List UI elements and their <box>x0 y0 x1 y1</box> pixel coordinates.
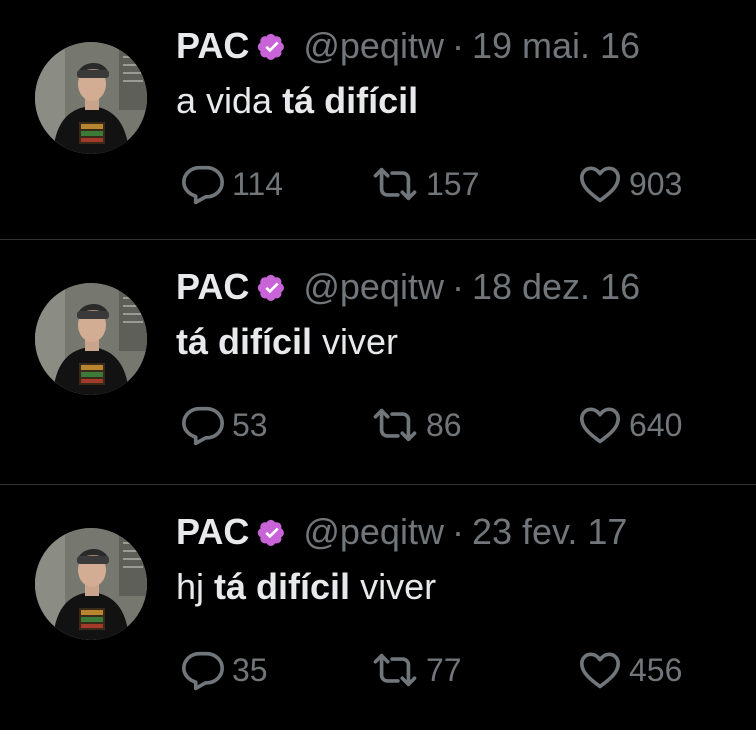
tweet-date[interactable]: 19 mai. 16 <box>472 25 640 67</box>
like-button[interactable]: 903 <box>577 158 682 210</box>
author-name[interactable]: PAC <box>176 266 249 308</box>
tweet-text-bold: tá difícil <box>176 321 313 362</box>
like-count: 903 <box>629 165 683 202</box>
retweet-button[interactable]: 86 <box>370 399 462 451</box>
avatar-image <box>35 42 147 154</box>
tweet-text: tá difícil viver <box>176 321 398 363</box>
tweet-text-bold: tá difícil <box>214 566 351 607</box>
retweet-button[interactable]: 157 <box>370 158 479 210</box>
separator: · <box>451 266 464 307</box>
retweet-button[interactable]: 77 <box>370 644 462 696</box>
author-handle[interactable]: @peqitw <box>303 266 444 308</box>
author-handle[interactable]: @peqitw <box>303 511 444 553</box>
tweet-text-part: a vida <box>176 80 283 121</box>
tweet-text: hj tá difícil viver <box>176 566 436 608</box>
avatar-image <box>35 283 147 395</box>
tweet-header: PAC @peqitw · 18 dez. 16 <box>176 265 640 309</box>
tweet-actions: 53 86 640 <box>0 399 756 451</box>
retweet-count: 157 <box>426 165 480 202</box>
retweet-count: 77 <box>426 651 462 688</box>
reply-count: 53 <box>232 406 268 443</box>
tweet-text-part: viver <box>312 321 399 362</box>
tweet-text-part: hj <box>176 566 215 607</box>
avatar[interactable] <box>35 528 147 640</box>
like-count: 640 <box>629 406 683 443</box>
reply-icon <box>180 402 226 448</box>
retweet-icon <box>370 647 420 693</box>
tweet[interactable]: PAC @peqitw · 19 mai. 16 a vida tá difíc… <box>0 0 756 244</box>
verified-badge-icon[interactable] <box>255 29 289 63</box>
reply-button[interactable]: 114 <box>180 158 283 210</box>
heart-icon <box>577 647 623 693</box>
reply-count: 114 <box>232 165 284 202</box>
verified-badge-icon[interactable] <box>255 515 289 549</box>
retweet-icon <box>370 161 420 207</box>
heart-icon <box>577 402 623 448</box>
reply-icon <box>180 161 226 207</box>
avatar[interactable] <box>35 42 147 154</box>
avatar[interactable] <box>35 283 147 395</box>
separator: · <box>451 25 464 66</box>
tweet-header: PAC @peqitw · 23 fev. 17 <box>176 510 627 554</box>
reply-icon <box>180 647 226 693</box>
divider <box>0 239 756 240</box>
tweet-text-part: viver <box>350 566 437 607</box>
reply-count: 35 <box>232 651 268 688</box>
tweet-text-bold: tá difícil <box>282 80 419 121</box>
like-button[interactable]: 456 <box>577 644 682 696</box>
retweet-icon <box>370 402 420 448</box>
author-name[interactable]: PAC <box>176 511 249 553</box>
tweet-text: a vida tá difícil <box>176 80 418 122</box>
author-handle[interactable]: @peqitw <box>303 25 444 67</box>
tweet[interactable]: PAC @peqitw · 18 dez. 16 tá difícil vive… <box>0 241 756 485</box>
author-name[interactable]: PAC <box>176 25 249 67</box>
separator: · <box>451 511 464 552</box>
tweet[interactable]: PAC @peqitw · 23 fev. 17 hj tá difícil v… <box>0 486 756 730</box>
tweet-header: PAC @peqitw · 19 mai. 16 <box>176 24 640 68</box>
like-button[interactable]: 640 <box>577 399 682 451</box>
retweet-count: 86 <box>426 406 462 443</box>
avatar-image <box>35 528 147 640</box>
tweet-actions: 114 157 903 <box>0 158 756 210</box>
reply-button[interactable]: 35 <box>180 644 268 696</box>
heart-icon <box>577 161 623 207</box>
tweet-actions: 35 77 456 <box>0 644 756 696</box>
like-count: 456 <box>629 651 683 688</box>
tweet-date[interactable]: 23 fev. 17 <box>472 511 627 553</box>
verified-badge-icon[interactable] <box>255 270 289 304</box>
tweet-date[interactable]: 18 dez. 16 <box>472 266 640 308</box>
divider <box>0 484 756 485</box>
reply-button[interactable]: 53 <box>180 399 268 451</box>
